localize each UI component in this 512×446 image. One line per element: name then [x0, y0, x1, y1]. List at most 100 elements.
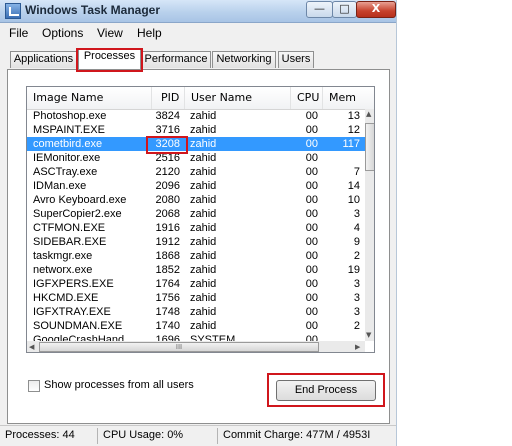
table-row[interactable]: IGFXPERS.EXE 1764 zahid 00 3	[27, 277, 365, 291]
process-pid: 1852	[155, 264, 180, 276]
process-name: ASCTray.exe	[33, 166, 98, 178]
table-row[interactable]: CTFMON.EXE 1916 zahid 00 4	[27, 221, 365, 235]
status-commit-charge: Commit Charge: 477M / 4953I	[223, 429, 371, 441]
status-divider	[97, 428, 98, 444]
tab-applications[interactable]: Applications	[10, 51, 77, 68]
maximize-button[interactable]: □	[332, 1, 357, 18]
column-pid[interactable]: PID	[152, 87, 185, 109]
pid-highlight	[146, 136, 188, 154]
process-name: cometbird.exe	[33, 138, 103, 150]
show-all-users-label[interactable]: Show processes from all users	[44, 379, 194, 391]
process-user: zahid	[190, 278, 217, 290]
horizontal-scrollbar[interactable]: ◀ III ▶	[27, 341, 365, 352]
menu-view[interactable]: View	[97, 26, 123, 40]
process-user: zahid	[190, 208, 217, 220]
process-mem: 3	[353, 292, 360, 304]
vertical-scroll-thumb[interactable]	[365, 123, 374, 171]
process-mem: 4	[353, 222, 360, 234]
table-row[interactable]: Avro Keyboard.exe 2080 zahid 00 10	[27, 193, 365, 207]
process-pid: 1756	[155, 292, 180, 304]
process-name: networx.exe	[33, 264, 93, 276]
process-mem: 10	[347, 194, 360, 206]
process-pid: 2068	[155, 208, 180, 220]
menu-file[interactable]: File	[9, 26, 28, 40]
tab-strip: Applications Processes Performance Netwo…	[0, 43, 396, 69]
process-mem: 14	[347, 180, 360, 192]
process-name: CTFMON.EXE	[33, 222, 106, 234]
process-cpu: 00	[305, 278, 318, 290]
process-cpu: 00	[305, 194, 318, 206]
tab-performance[interactable]: Performance	[141, 51, 211, 68]
process-cpu: 00	[305, 236, 318, 248]
window-title: Windows Task Manager	[25, 3, 161, 17]
process-pid: 1868	[155, 250, 180, 262]
scroll-right-icon[interactable]: ▶	[355, 343, 360, 351]
horizontal-scroll-thumb[interactable]: III	[39, 342, 319, 352]
process-mem: 13	[347, 110, 360, 122]
process-name: SOUNDMAN.EXE	[33, 320, 123, 332]
title-bar[interactable]: Windows Task Manager — □ X	[0, 0, 396, 23]
status-cpu-usage: CPU Usage: 0%	[103, 429, 184, 441]
process-rows: Photoshop.exe 3824 zahid 00 13 MSPAINT.EXE 371…	[27, 109, 365, 341]
scroll-up-icon[interactable]: ▲	[366, 110, 371, 118]
table-row[interactable]: cometbird.exe 3208 zahid 00 117	[27, 137, 365, 151]
menu-options[interactable]: Options	[42, 26, 83, 40]
table-row[interactable]: IEMonitor.exe 2516 zahid 00	[27, 151, 365, 165]
table-row[interactable]: networx.exe 1852 zahid 00 19	[27, 263, 365, 277]
process-list[interactable]: Image Name PID User Name CPU Mem Photosh…	[26, 86, 375, 353]
process-pid: 2096	[155, 180, 180, 192]
process-pid: 2120	[155, 166, 180, 178]
process-name: IEMonitor.exe	[33, 152, 101, 164]
column-cpu[interactable]: CPU	[291, 87, 323, 109]
process-mem: 3	[353, 278, 360, 290]
process-mem: 19	[347, 264, 360, 276]
table-row[interactable]: taskmgr.exe 1868 zahid 00 2	[27, 249, 365, 263]
close-button[interactable]: X	[356, 1, 396, 18]
table-row[interactable]: IDMan.exe 2096 zahid 00 14	[27, 179, 365, 193]
process-user: zahid	[190, 138, 217, 150]
process-mem: 3	[353, 208, 360, 220]
process-user: zahid	[190, 250, 217, 262]
process-mem: 2	[353, 320, 360, 332]
scroll-down-icon[interactable]: ▼	[366, 331, 371, 339]
process-name: HKCMD.EXE	[33, 292, 99, 304]
minimize-button[interactable]: —	[306, 1, 333, 18]
process-cpu: 00	[305, 222, 318, 234]
table-row[interactable]: GoogleCrashHand... 1696 SYSTEM 00	[27, 333, 365, 341]
table-row[interactable]: SuperCopier2.exe 2068 zahid 00 3	[27, 207, 365, 221]
process-user: SYSTEM	[190, 334, 236, 341]
process-user: zahid	[190, 292, 217, 304]
process-cpu: 00	[305, 166, 318, 178]
table-row[interactable]: HKCMD.EXE 1756 zahid 00 3	[27, 291, 365, 305]
column-user-name[interactable]: User Name	[185, 87, 291, 109]
process-pid: 1764	[155, 278, 180, 290]
process-name: SuperCopier2.exe	[33, 208, 122, 220]
process-mem: 12	[347, 124, 360, 136]
process-cpu: 00	[305, 110, 318, 122]
process-name: taskmgr.exe	[33, 250, 93, 262]
process-user: zahid	[190, 222, 217, 234]
table-row[interactable]: SOUNDMAN.EXE 1740 zahid 00 2	[27, 319, 365, 333]
tab-users[interactable]: Users	[278, 51, 314, 68]
process-mem: 3	[353, 306, 360, 318]
menu-bar: File Options View Help	[0, 23, 396, 43]
tab-networking[interactable]: Networking	[212, 51, 276, 68]
process-user: zahid	[190, 320, 217, 332]
column-mem[interactable]: Mem	[323, 87, 374, 109]
scroll-left-icon[interactable]: ◀	[29, 343, 34, 351]
column-image-name[interactable]: Image Name	[27, 87, 152, 109]
table-row[interactable]: ASCTray.exe 2120 zahid 00 7	[27, 165, 365, 179]
process-cpu: 00	[305, 320, 318, 332]
table-row[interactable]: Photoshop.exe 3824 zahid 00 13	[27, 109, 365, 123]
show-all-users-checkbox[interactable]	[28, 380, 40, 392]
process-cpu: 00	[305, 152, 318, 164]
process-cpu: 00	[305, 138, 318, 150]
vertical-scrollbar[interactable]: ▲ ▼	[365, 109, 374, 341]
table-row[interactable]: SIDEBAR.EXE 1912 zahid 00 9	[27, 235, 365, 249]
menu-help[interactable]: Help	[137, 26, 162, 40]
process-name: MSPAINT.EXE	[33, 124, 105, 136]
table-row[interactable]: IGFXTRAY.EXE 1748 zahid 00 3	[27, 305, 365, 319]
table-row[interactable]: MSPAINT.EXE 3716 zahid 00 12	[27, 123, 365, 137]
status-divider	[217, 428, 218, 444]
process-user: zahid	[190, 152, 217, 164]
